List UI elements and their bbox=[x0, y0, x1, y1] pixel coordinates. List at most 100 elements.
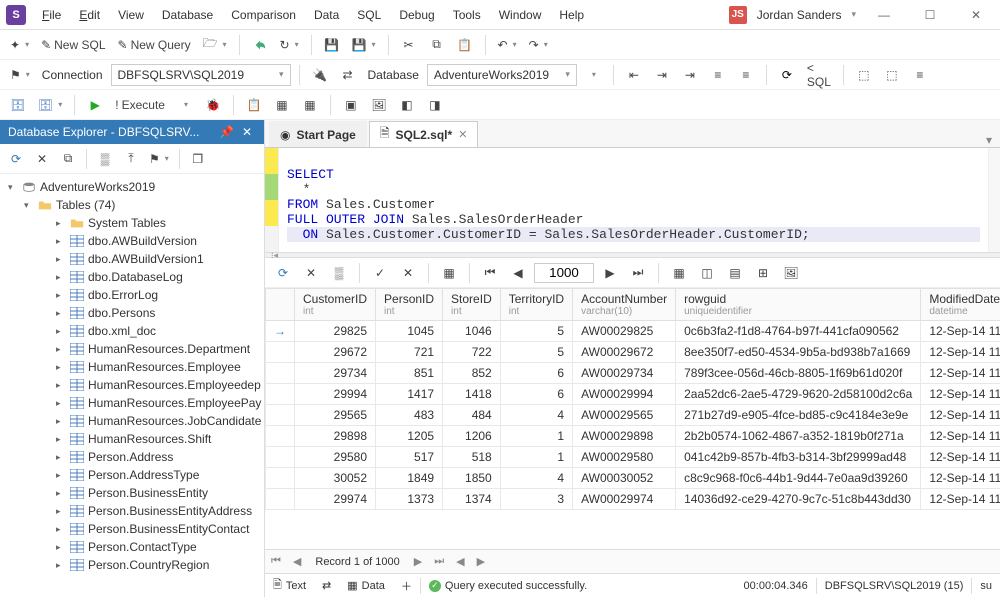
tree-table-item[interactable]: ▸HumanResources.EmployeePay bbox=[0, 394, 264, 412]
pane3-icon[interactable]: ◧ bbox=[395, 93, 419, 117]
grid-commit-icon[interactable]: ✓ bbox=[368, 261, 392, 285]
column-header[interactable]: PersonIDint bbox=[376, 289, 443, 321]
db-objects2-icon[interactable]: 🗄 bbox=[34, 93, 66, 117]
grid-autofit-icon[interactable]: ▦ bbox=[437, 261, 461, 285]
tree-db-root[interactable]: ▾ AdventureWorks2019 bbox=[0, 178, 264, 196]
menu-edit[interactable]: Edit bbox=[71, 4, 108, 26]
menu-file[interactable]: File bbox=[34, 4, 69, 26]
refresh-tree-icon[interactable]: ⟳ bbox=[4, 147, 28, 171]
run-button[interactable]: ▶ bbox=[83, 93, 107, 117]
tree-table-item[interactable]: ▸HumanResources.Shift bbox=[0, 430, 264, 448]
explorer-close-icon[interactable]: ✕ bbox=[238, 125, 256, 139]
tree-table-item[interactable]: ▸HumanResources.Employeedep bbox=[0, 376, 264, 394]
debug-button[interactable]: 🐞 bbox=[201, 93, 225, 117]
tree-table-item[interactable]: ▸Person.BusinessEntity bbox=[0, 484, 264, 502]
filter-icon[interactable]: ▒ bbox=[93, 147, 117, 171]
table-row[interactable]: 295805175181AW00029580041c42b9-857b-4fb3… bbox=[266, 447, 1000, 468]
conn-plug-icon[interactable]: 🔌 bbox=[308, 63, 332, 87]
column-header[interactable]: AccountNumbervarchar(10) bbox=[573, 289, 676, 321]
open-dropdown[interactable]: 🗁 bbox=[199, 33, 231, 57]
db-options[interactable] bbox=[581, 63, 605, 87]
tree-table-item[interactable]: ▸dbo.AWBuildVersion1 bbox=[0, 250, 264, 268]
history-fwd-button[interactable]: ↷ bbox=[525, 33, 552, 57]
menu-database[interactable]: Database bbox=[154, 4, 221, 26]
connection-combo[interactable]: DBFSQLSRV\SQL2019 bbox=[111, 64, 291, 86]
add-view-button[interactable]: ＋ bbox=[393, 574, 420, 598]
grid-rollback-icon[interactable]: ✕ bbox=[396, 261, 420, 285]
menu-help[interactable]: Help bbox=[551, 4, 592, 26]
rec-next-icon[interactable]: ▶ bbox=[408, 555, 428, 568]
tree-table-item[interactable]: ▸dbo.AWBuildVersion bbox=[0, 232, 264, 250]
pane2-icon[interactable]: 🖼 bbox=[367, 93, 391, 117]
tree-table-item[interactable]: ▸Person.Address bbox=[0, 448, 264, 466]
execute-button[interactable]: ! Execute bbox=[111, 93, 169, 117]
new-query-button[interactable]: ✎ New Query bbox=[114, 33, 195, 57]
database-combo[interactable]: AdventureWorks2019 bbox=[427, 64, 577, 86]
indent-icon[interactable]: ⇥ bbox=[650, 63, 674, 87]
connection-icon[interactable]: ⚑ bbox=[6, 63, 34, 87]
table-row[interactable]: 30052184918504AW00030052c8c9c968-f0c6-44… bbox=[266, 468, 1000, 489]
column-header[interactable]: StoreIDint bbox=[443, 289, 501, 321]
table-row[interactable]: 295654834844AW00029565271b27d9-e905-4fce… bbox=[266, 405, 1000, 426]
tab-start-page[interactable]: ◉ Start Page bbox=[269, 121, 367, 147]
layout5-icon[interactable]: 🖼 bbox=[779, 261, 803, 285]
pager-first-icon[interactable]: ⏮ bbox=[478, 261, 502, 285]
results-text-icon[interactable]: ▦ bbox=[298, 93, 322, 117]
pager-next-icon[interactable]: ▶ bbox=[598, 261, 622, 285]
tree-table-item[interactable]: ▸dbo.ErrorLog bbox=[0, 286, 264, 304]
format-icon[interactable]: ⬚ bbox=[852, 63, 876, 87]
tree-options-icon[interactable]: ⚑ bbox=[145, 147, 173, 171]
pane4-icon[interactable]: ◨ bbox=[423, 93, 447, 117]
column-header[interactable]: ModifiedDatedatetime bbox=[921, 289, 1000, 321]
swap-view-button[interactable]: ⇄ bbox=[314, 574, 339, 598]
results-grid-icon[interactable]: ▦ bbox=[270, 93, 294, 117]
tree-table-item[interactable]: ▸dbo.Persons bbox=[0, 304, 264, 322]
column-header[interactable]: rowguiduniqueidentifier bbox=[676, 289, 921, 321]
save-button[interactable]: 💾 bbox=[320, 33, 344, 57]
tree-table-item[interactable]: ▸Person.AddressType bbox=[0, 466, 264, 484]
sort-icon[interactable]: ⤒ bbox=[119, 147, 143, 171]
grid-cancel-icon[interactable]: ✕ bbox=[299, 261, 323, 285]
new-sql-button[interactable]: ✎ New SQL bbox=[37, 33, 109, 57]
refresh-icon[interactable]: ⟳ bbox=[775, 63, 799, 87]
copy-tree-icon[interactable]: ⧉ bbox=[56, 147, 80, 171]
table-row[interactable]: 296727217225AW000296728ee350f7-ed50-4534… bbox=[266, 342, 1000, 363]
column-header[interactable]: CustomerIDint bbox=[295, 289, 376, 321]
layout3-icon[interactable]: ▤ bbox=[723, 261, 747, 285]
format3-icon[interactable]: ≡ bbox=[908, 63, 932, 87]
table-row[interactable]: 29898120512061AW000298982b2b0574-1062-48… bbox=[266, 426, 1000, 447]
pager-prev-icon[interactable]: ◀ bbox=[506, 261, 530, 285]
menu-window[interactable]: Window bbox=[491, 4, 550, 26]
minimap[interactable] bbox=[988, 148, 1000, 252]
text-view-button[interactable]: 🗎 Text bbox=[265, 574, 314, 598]
rec-prev-icon[interactable]: ◀ bbox=[287, 555, 307, 568]
layout2-icon[interactable]: ◫ bbox=[695, 261, 719, 285]
layout1-icon[interactable]: ▦ bbox=[667, 261, 691, 285]
tree-table-item[interactable]: ▸dbo.xml_doc bbox=[0, 322, 264, 340]
menu-tools[interactable]: Tools bbox=[445, 4, 489, 26]
pin-icon[interactable]: 📌 bbox=[215, 125, 238, 139]
clipboard-icon[interactable]: 📋 bbox=[242, 93, 266, 117]
rec-first-icon[interactable]: ⏮ bbox=[265, 555, 287, 568]
sql-editor[interactable]: SELECT * FROM Sales.Customer FULL OUTER … bbox=[265, 148, 1000, 252]
delete-tree-icon[interactable]: ✕ bbox=[30, 147, 54, 171]
tree-table-item[interactable]: ▸HumanResources.Department bbox=[0, 340, 264, 358]
db-objects-icon[interactable]: 🗄 bbox=[6, 93, 30, 117]
table-row[interactable]: 29974137313743AW0002997414036d92-ce29-42… bbox=[266, 489, 1000, 510]
new-dropdown[interactable]: ✦ bbox=[6, 33, 33, 57]
redo-button[interactable]: ↻ bbox=[276, 33, 303, 57]
rec-last-icon[interactable]: ⏭ bbox=[428, 555, 450, 568]
execute-dd[interactable] bbox=[173, 93, 197, 117]
grid-filter-icon[interactable]: ▒ bbox=[327, 261, 351, 285]
tree-table-item[interactable]: ▸Person.BusinessEntityContact bbox=[0, 520, 264, 538]
conn-plug2-icon[interactable]: ⇄ bbox=[336, 63, 360, 87]
tabs-overflow-icon[interactable]: ▾ bbox=[978, 133, 1000, 147]
comment-icon[interactable]: ≡ bbox=[706, 63, 730, 87]
tree-table-item[interactable]: ▸Person.BusinessEntityAddress bbox=[0, 502, 264, 520]
window-icon[interactable]: ❐ bbox=[186, 147, 210, 171]
tree-system-tables[interactable]: ▸System Tables bbox=[0, 214, 264, 232]
data-view-button[interactable]: ▦ Data bbox=[339, 574, 393, 598]
table-row[interactable]: 29994141714186AW000299942aa52dc6-2ae5-47… bbox=[266, 384, 1000, 405]
cut-button[interactable]: ✂ bbox=[397, 33, 421, 57]
uncomment-icon[interactable]: ≡ bbox=[734, 63, 758, 87]
